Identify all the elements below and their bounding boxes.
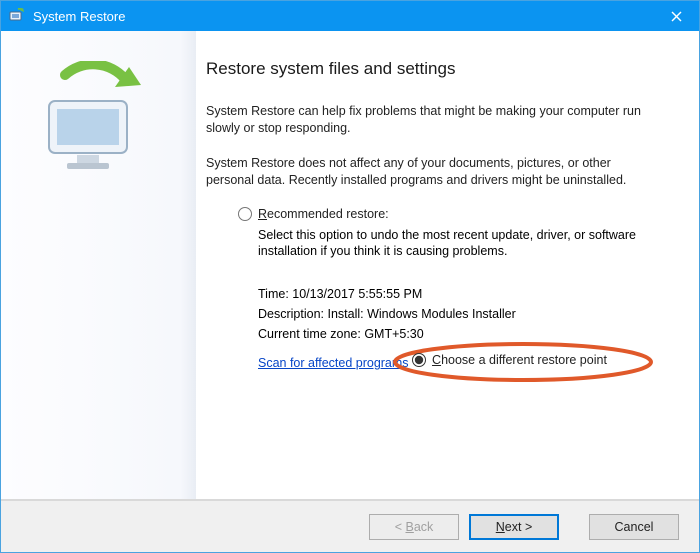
wizard-footer: < Back Next > Cancel: [1, 500, 699, 552]
next-button[interactable]: Next >: [469, 514, 559, 540]
timezone-value: GMT+5:30: [364, 327, 423, 341]
back-button-label: < Back: [395, 520, 434, 534]
system-restore-hero-icon: [29, 61, 169, 181]
recommended-restore-radio[interactable]: [238, 207, 252, 221]
description-label: Description:: [258, 307, 324, 321]
back-button: < Back: [369, 514, 459, 540]
time-label: Time:: [258, 287, 289, 301]
choose-different-restore-option[interactable]: Choose a different restore point: [412, 353, 607, 367]
choose-different-restore-label[interactable]: Choose a different restore point: [432, 353, 607, 367]
intro-paragraph-1: System Restore can help fix problems tha…: [206, 103, 659, 137]
time-value: 10/13/2017 5:55:55 PM: [292, 287, 422, 301]
recommended-restore-option[interactable]: Recommended restore:: [238, 207, 659, 221]
next-button-label: Next >: [496, 520, 533, 534]
close-button[interactable]: [653, 1, 699, 31]
restore-point-details: Time: 10/13/2017 5:55:55 PM Description:…: [258, 284, 659, 344]
scan-affected-programs-link[interactable]: Scan for affected programs: [258, 356, 409, 370]
description-value: Install: Windows Modules Installer: [327, 307, 515, 321]
system-restore-window: System Restore: [0, 0, 700, 553]
window-title: System Restore: [33, 9, 653, 24]
recommended-restore-description: Select this option to undo the most rece…: [258, 227, 659, 261]
page-heading: Restore system files and settings: [206, 59, 659, 79]
choose-different-restore-radio[interactable]: [412, 353, 426, 367]
wizard-content: Restore system files and settings System…: [196, 31, 699, 499]
wizard-sidebar: [1, 31, 196, 499]
intro-paragraph-2: System Restore does not affect any of yo…: [206, 155, 659, 189]
cancel-button[interactable]: Cancel: [589, 514, 679, 540]
recommended-restore-label[interactable]: Recommended restore:: [258, 207, 389, 221]
titlebar[interactable]: System Restore: [1, 1, 699, 31]
system-restore-icon: [9, 8, 25, 24]
timezone-label: Current time zone:: [258, 327, 361, 341]
